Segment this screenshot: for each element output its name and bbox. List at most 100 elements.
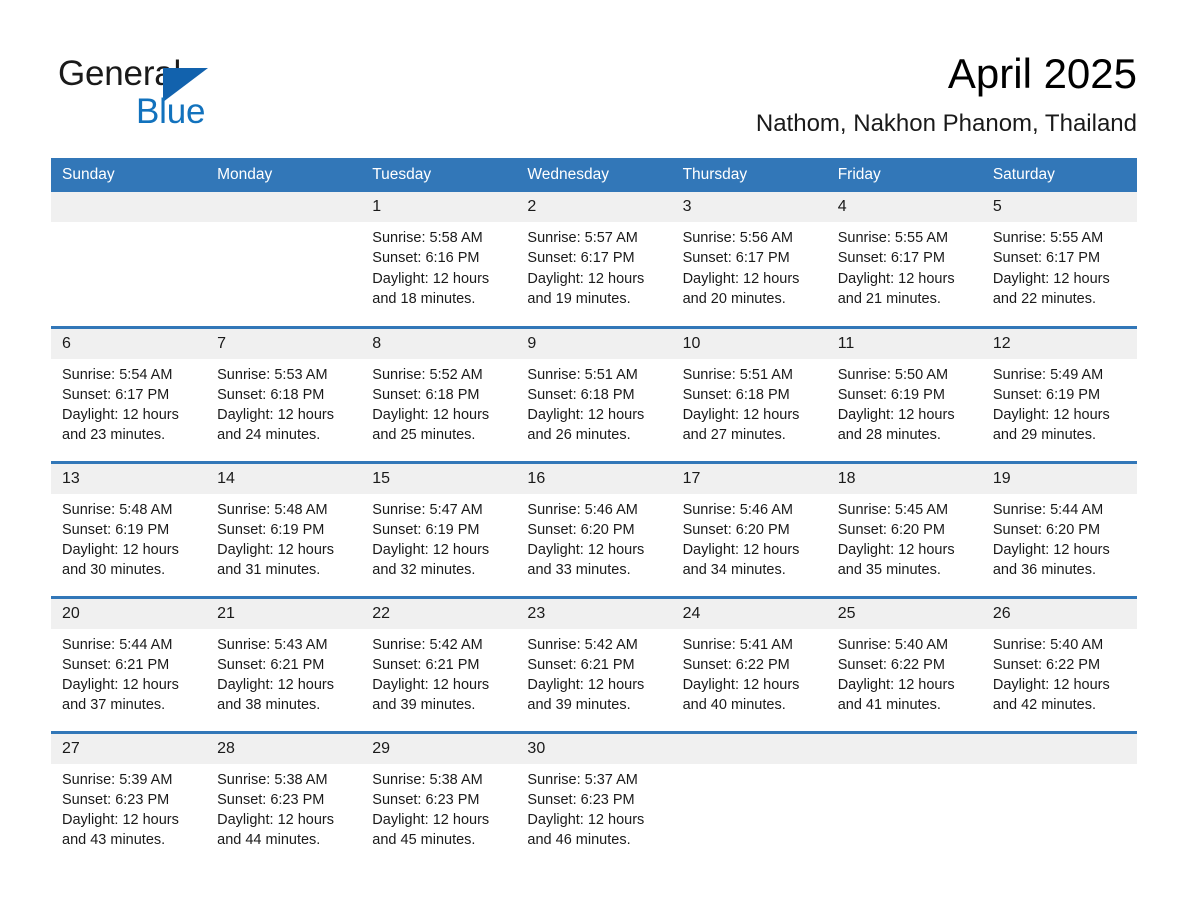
calendar-day-cell[interactable]: 10 Sunrise: 5:51 AM Sunset: 6:18 PM Dayligh… (671, 325, 827, 462)
sunrise-text: Sunrise: 5:49 AM (992, 366, 1104, 383)
day-details: Sunrise: 5:51 AM Sunset: 6:18 PM Daylight:… (672, 359, 827, 446)
calendar-day-cell[interactable]: 12 Sunrise: 5:49 AM Sunset: 6:19 PM Dayligh… (981, 325, 1137, 462)
calendar-day-cell[interactable]: 18 Sunrise: 5:45 AM Sunset: 6:20 PM Dayligh… (826, 460, 982, 597)
daylight-text: Daylight: 12 hours and 40 minutes. (682, 677, 800, 714)
calendar-day-cell-empty (981, 730, 1137, 867)
day-cell-inner (206, 192, 362, 326)
daylight-text: Daylight: 12 hours and 26 minutes. (527, 407, 645, 444)
day-number: 8 (361, 328, 517, 359)
day-number: 6 (51, 328, 207, 359)
calendar-week-row: 27 Sunrise: 5:39 AM Sunset: 6:23 PM Dayligh… (51, 730, 1137, 868)
calendar-day-cell[interactable]: 4 Sunrise: 5:55 AM Sunset: 6:17 PM Daylight… (826, 192, 982, 327)
calendar-day-cell[interactable]: 3 Sunrise: 5:56 AM Sunset: 6:17 PM Daylight… (671, 192, 827, 327)
calendar-week-row: 6 Sunrise: 5:54 AM Sunset: 6:17 PM Daylight… (51, 325, 1137, 462)
daylight-text: Daylight: 12 hours and 18 minutes. (372, 270, 490, 307)
calendar-day-cell[interactable]: 11 Sunrise: 5:50 AM Sunset: 6:19 PM Dayligh… (826, 325, 982, 462)
calendar-day-cell[interactable]: 14 Sunrise: 5:48 AM Sunset: 6:19 PM Dayligh… (206, 460, 362, 597)
calendar-day-cell[interactable]: 2 Sunrise: 5:57 AM Sunset: 6:17 PM Daylight… (516, 192, 672, 327)
day-number: 13 (51, 463, 207, 494)
calendar-day-cell[interactable]: 25 Sunrise: 5:40 AM Sunset: 6:22 PM Dayligh… (826, 595, 982, 732)
day-cell-inner: 24 Sunrise: 5:41 AM Sunset: 6:22 PM Dayligh… (671, 598, 827, 731)
sunrise-text: Sunrise: 5:40 AM (992, 636, 1104, 653)
calendar-day-cell[interactable]: 5 Sunrise: 5:55 AM Sunset: 6:17 PM Daylight… (981, 192, 1137, 327)
daylight-text: Daylight: 12 hours and 43 minutes. (62, 812, 179, 849)
sunrise-text: Sunrise: 5:56 AM (682, 230, 793, 246)
day-details: Sunrise: 5:51 AM Sunset: 6:18 PM Daylight:… (516, 359, 671, 446)
calendar-day-cell[interactable]: 28 Sunrise: 5:38 AM Sunset: 6:23 PM Dayligh… (206, 730, 362, 868)
calendar-day-cell[interactable]: 24 Sunrise: 5:41 AM Sunset: 6:22 PM Dayligh… (671, 595, 827, 732)
daylight-text: Daylight: 12 hours and 45 minutes. (372, 812, 490, 849)
calendar-day-cell[interactable]: 16 Sunrise: 5:46 AM Sunset: 6:20 PM Dayligh… (516, 460, 672, 597)
day-details: Sunrise: 5:55 AM Sunset: 6:17 PM Daylight:… (982, 222, 1137, 309)
day-cell-inner: 29 Sunrise: 5:38 AM Sunset: 6:23 PM Dayligh… (361, 733, 517, 868)
day-cell-inner: 7 Sunrise: 5:53 AM Sunset: 6:18 PM Daylight… (206, 328, 362, 461)
sunrise-text: Sunrise: 5:51 AM (527, 366, 638, 383)
sunset-text: Sunset: 6:22 PM (837, 656, 945, 673)
sunrise-text: Sunrise: 5:52 AM (372, 366, 483, 383)
calendar-day-cell[interactable]: 29 Sunrise: 5:38 AM Sunset: 6:23 PM Dayligh… (361, 730, 517, 868)
day-details: Sunrise: 5:40 AM Sunset: 6:22 PM Daylight:… (982, 629, 1137, 716)
daylight-text: Daylight: 12 hours and 46 minutes. (527, 812, 645, 849)
calendar-day-cell[interactable]: 26 Sunrise: 5:40 AM Sunset: 6:22 PM Dayligh… (981, 595, 1137, 732)
daylight-text: Daylight: 12 hours and 39 minutes. (527, 677, 645, 714)
day-details: Sunrise: 5:55 AM Sunset: 6:17 PM Daylight:… (827, 222, 982, 309)
calendar-day-cell[interactable]: 27 Sunrise: 5:39 AM Sunset: 6:23 PM Dayligh… (51, 730, 207, 867)
sunset-text: Sunset: 6:23 PM (527, 791, 635, 808)
calendar-page: General Blue April 2025 Nathom, Nakhon P… (0, 0, 1188, 918)
day-cell-inner (51, 192, 207, 326)
calendar-day-cell[interactable]: 22 Sunrise: 5:42 AM Sunset: 6:21 PM Dayligh… (361, 595, 517, 732)
day-cell-inner (671, 733, 827, 868)
day-cell-inner: 30 Sunrise: 5:37 AM Sunset: 6:23 PM Dayligh… (516, 733, 672, 868)
day-cell-inner: 1 Sunrise: 5:58 AM Sunset: 6:16 PM Daylight… (361, 192, 517, 326)
daylight-text: Daylight: 12 hours and 36 minutes. (992, 542, 1110, 579)
day-number: 29 (361, 733, 517, 764)
day-details: Sunrise: 5:41 AM Sunset: 6:22 PM Daylight:… (672, 629, 827, 716)
calendar-day-cell[interactable]: 17 Sunrise: 5:46 AM Sunset: 6:20 PM Dayligh… (671, 460, 827, 597)
sunrise-text: Sunrise: 5:48 AM (217, 501, 328, 518)
calendar-day-cell[interactable]: 21 Sunrise: 5:43 AM Sunset: 6:21 PM Dayligh… (206, 595, 362, 732)
calendar-day-cell[interactable]: 19 Sunrise: 5:44 AM Sunset: 6:20 PM Dayligh… (981, 460, 1137, 597)
sunset-text: Sunset: 6:20 PM (992, 521, 1101, 538)
daylight-text: Daylight: 12 hours and 37 minutes. (62, 677, 179, 714)
day-number: 19 (981, 463, 1137, 494)
sunset-text: Sunset: 6:17 PM (682, 250, 790, 267)
sunrise-text: Sunrise: 5:44 AM (62, 636, 173, 653)
day-details: Sunrise: 5:54 AM Sunset: 6:17 PM Daylight:… (51, 359, 206, 446)
day-details: Sunrise: 5:48 AM Sunset: 6:19 PM Daylight:… (51, 494, 206, 581)
sunrise-text: Sunrise: 5:40 AM (837, 636, 949, 653)
day-details: Sunrise: 5:45 AM Sunset: 6:20 PM Daylight:… (827, 494, 982, 581)
day-cell-inner: 14 Sunrise: 5:48 AM Sunset: 6:19 PM Dayligh… (206, 463, 362, 596)
day-number: 27 (51, 733, 207, 764)
calendar-day-cell[interactable]: 20 Sunrise: 5:44 AM Sunset: 6:21 PM Dayligh… (51, 595, 207, 732)
sunset-text: Sunset: 6:23 PM (62, 791, 170, 808)
calendar-day-cell[interactable]: 1 Sunrise: 5:58 AM Sunset: 6:16 PM Daylight… (361, 192, 517, 327)
day-number: 1 (361, 192, 517, 222)
sunset-text: Sunset: 6:21 PM (62, 656, 170, 673)
calendar-day-cell[interactable]: 9 Sunrise: 5:51 AM Sunset: 6:18 PM Daylight… (516, 325, 672, 462)
day-number: 10 (671, 328, 827, 359)
calendar-day-cell[interactable]: 15 Sunrise: 5:47 AM Sunset: 6:19 PM Dayligh… (361, 460, 517, 597)
day-number: 2 (516, 192, 672, 222)
calendar-day-cell[interactable]: 30 Sunrise: 5:37 AM Sunset: 6:23 PM Dayligh… (516, 730, 672, 868)
sunrise-text: Sunrise: 5:46 AM (527, 501, 638, 518)
daylight-text: Daylight: 12 hours and 28 minutes. (837, 407, 955, 444)
sunrise-text: Sunrise: 5:50 AM (837, 366, 949, 383)
day-details: Sunrise: 5:39 AM Sunset: 6:23 PM Daylight:… (51, 764, 206, 851)
generalblue-logo[interactable]: General Blue (58, 52, 318, 138)
weekday-header-sunday: Sunday (51, 158, 207, 192)
day-cell-inner: 17 Sunrise: 5:46 AM Sunset: 6:20 PM Dayligh… (671, 463, 827, 596)
day-number: 22 (361, 598, 517, 629)
calendar-day-cell[interactable]: 8 Sunrise: 5:52 AM Sunset: 6:18 PM Daylight… (361, 325, 517, 462)
day-number (206, 192, 362, 222)
calendar-day-cell[interactable]: 6 Sunrise: 5:54 AM Sunset: 6:17 PM Daylight… (51, 325, 207, 462)
sunset-text: Sunset: 6:19 PM (217, 521, 325, 538)
day-cell-inner: 15 Sunrise: 5:47 AM Sunset: 6:19 PM Dayligh… (361, 463, 517, 596)
calendar-week-row: 13 Sunrise: 5:48 AM Sunset: 6:19 PM Dayligh… (51, 460, 1137, 597)
calendar-day-cell[interactable]: 7 Sunrise: 5:53 AM Sunset: 6:18 PM Daylight… (206, 325, 362, 462)
day-number: 15 (361, 463, 517, 494)
sunrise-text: Sunrise: 5:42 AM (372, 636, 483, 653)
calendar-day-cell[interactable]: 23 Sunrise: 5:42 AM Sunset: 6:21 PM Dayligh… (516, 595, 672, 732)
day-cell-inner: 28 Sunrise: 5:38 AM Sunset: 6:23 PM Dayligh… (206, 733, 362, 868)
sunset-text: Sunset: 6:19 PM (62, 521, 170, 538)
calendar-day-cell[interactable]: 13 Sunrise: 5:48 AM Sunset: 6:19 PM Dayligh… (51, 460, 207, 597)
